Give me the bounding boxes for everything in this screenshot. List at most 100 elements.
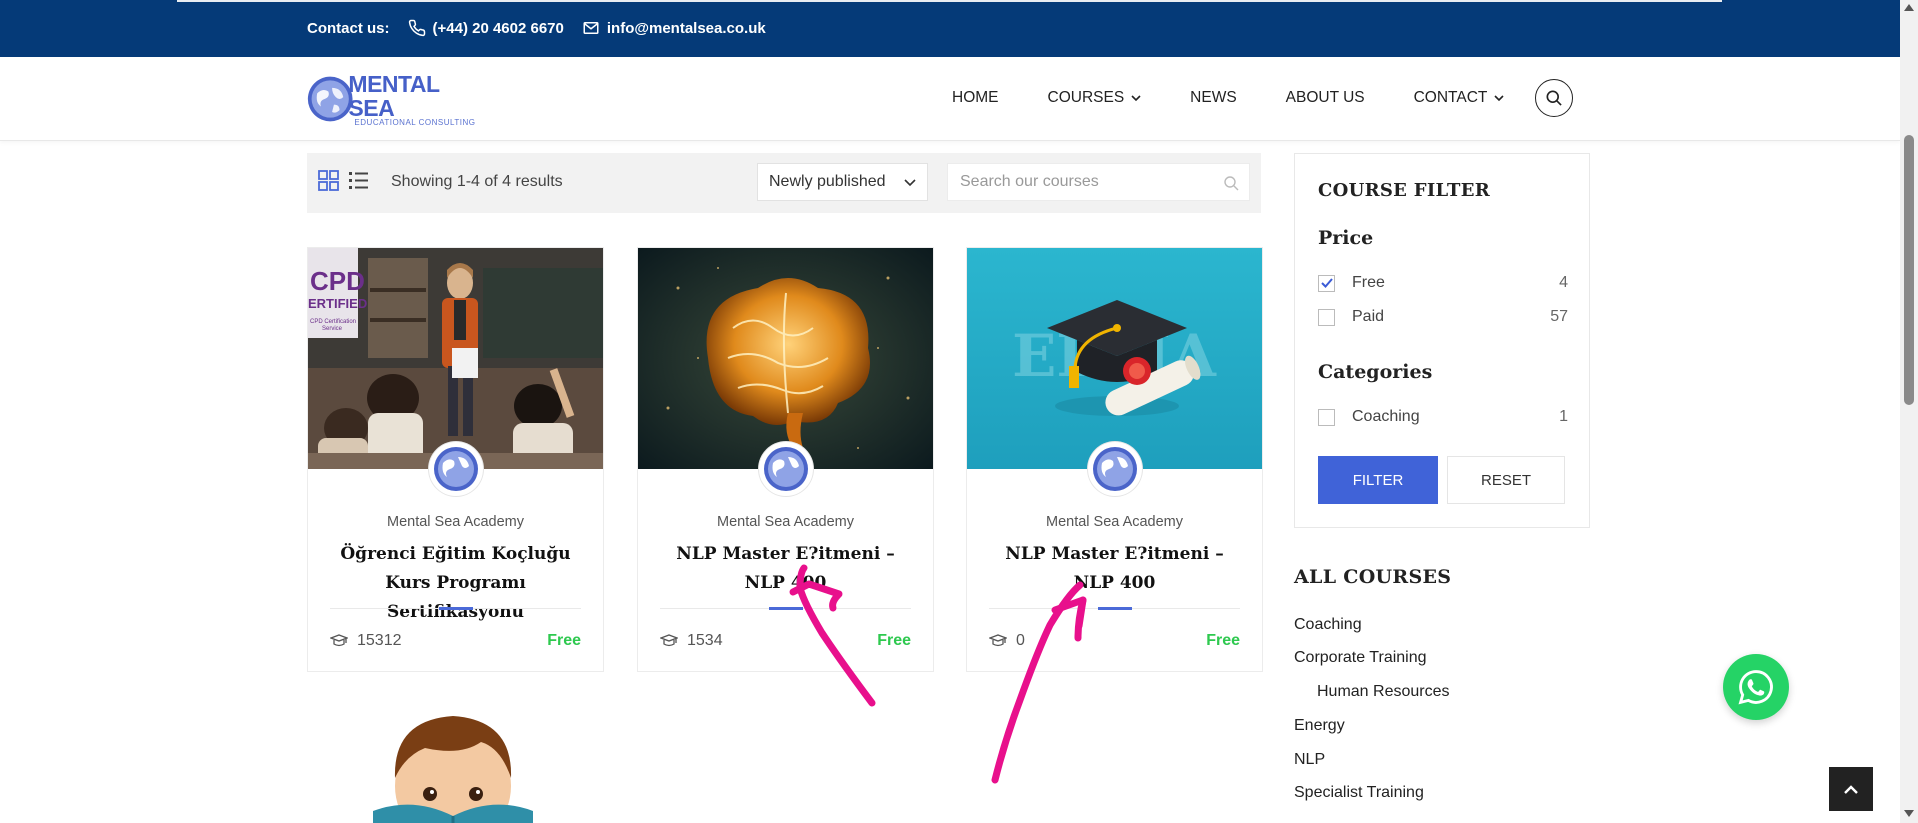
category-link-human-resources[interactable]: Human Resources [1317,683,1450,701]
reading-boy-illustration[interactable] [368,716,538,823]
sort-select[interactable]: Newly published [757,163,928,201]
course-author[interactable]: Mental Sea Academy [967,514,1262,530]
svg-text:CPD: CPD [310,266,365,296]
grid-view-icon[interactable] [318,170,339,191]
all-courses-title: ALL COURSES [1294,566,1452,588]
filter-button[interactable]: FILTER [1318,456,1438,504]
category-link-coaching[interactable]: Coaching [1294,616,1362,634]
logo-tagline: EDUCATIONAL CONSULTING [354,117,476,127]
site-logo[interactable]: MENTAL SEA EDUCATIONAL CONSULTING [306,72,481,127]
instructor-avatar[interactable] [1088,442,1142,496]
option-count: 57 [1550,308,1568,325]
nav-label: NEWS [1190,89,1237,106]
search-icon [1546,90,1562,106]
course-title[interactable]: NLP Master E?itmeni – NLP 400 [983,540,1246,598]
price-heading: Price [1318,227,1374,249]
nav-news[interactable]: NEWS [1190,89,1237,107]
category-link-corporate-training[interactable]: Corporate Training [1294,649,1427,667]
course-search-field [947,163,1250,201]
course-title[interactable]: NLP Master E?itmeni – NLP 400 [654,540,917,598]
scroll-down-arrow[interactable] [1904,810,1914,817]
category-link-energy[interactable]: Energy [1294,717,1345,735]
page-scrollbar[interactable] [1900,0,1918,823]
whatsapp-icon [1738,670,1773,705]
categories-heading: Categories [1318,361,1433,383]
logo-text: MENTAL SEA EDUCATIONAL CONSULTING [348,72,481,127]
category-link-specialist-training[interactable]: Specialist Training [1294,784,1424,802]
checkbox[interactable] [1318,408,1335,426]
email-link[interactable]: info@mentalsea.co.uk [607,20,766,37]
search-icon[interactable] [1223,175,1239,191]
globe-avatar-icon [434,447,478,491]
reset-button[interactable]: RESET [1447,456,1565,504]
option-count: 1 [1559,408,1568,425]
divider-accent [439,607,473,610]
svg-text:ERTIFIED: ERTIFIED [308,296,367,311]
course-price: Free [877,632,911,649]
course-card[interactable]: CPD ERTIFIED CPD Certification Service M… [307,247,604,672]
course-author[interactable]: Mental Sea Academy [638,514,933,530]
phone-icon [408,19,426,37]
results-count: Showing 1-4 of 4 results [391,173,563,190]
instructor-avatar[interactable] [429,442,483,496]
student-count: 1534 [660,632,723,650]
course-thumbnail[interactable] [638,248,933,469]
divider-accent [769,607,803,610]
course-filter-panel: COURSE FILTER Price Free 4 Paid 57 Categ… [1294,153,1590,528]
chevron-down-icon [1494,95,1504,102]
main-nav: HOME COURSES NEWS ABOUT US CONTACT [952,89,1553,107]
checkbox[interactable] [1318,308,1335,326]
course-price: Free [1206,632,1240,649]
course-thumbnail[interactable]: EDMA [967,248,1262,469]
checkmark-icon [1320,278,1333,288]
option-label: Paid [1352,308,1385,325]
instructor-avatar[interactable] [759,442,813,496]
checkbox-checked[interactable] [1318,274,1335,292]
nav-home[interactable]: HOME [952,89,999,107]
top-strip [177,0,1722,2]
filter-category-coaching[interactable]: Coaching 1 [1318,407,1568,427]
glowing-brain-image [638,248,933,469]
globe-logo-icon [307,76,353,122]
course-author[interactable]: Mental Sea Academy [308,514,603,530]
divider-accent [1098,607,1132,610]
list-view-icon[interactable] [348,170,369,191]
header-search-button[interactable] [1535,79,1573,117]
student-count: 15312 [330,632,402,650]
chevron-up-icon [1844,785,1858,794]
category-link-nlp[interactable]: NLP [1294,751,1325,769]
mail-icon [582,19,600,37]
nav-contact[interactable]: CONTACT [1414,89,1505,107]
option-label: Free [1352,274,1385,291]
site-header: MENTAL SEA EDUCATIONAL CONSULTING HOME C… [0,57,1900,141]
contact-info: Contact us: (+44) 20 4602 6670 info@ment… [307,19,784,37]
svg-text:CPD Certification: CPD Certification [310,319,356,325]
contact-label: Contact us: [307,19,390,37]
student-count-value: 1534 [687,632,723,649]
course-card[interactable]: Mental Sea Academy NLP Master E?itmeni –… [637,247,934,672]
phone-link[interactable]: (+44) 20 4602 6670 [433,20,564,37]
course-card[interactable]: EDMA Mental Sea Academy NLP Master E?itm… [966,247,1263,672]
nav-courses[interactable]: COURSES [1048,89,1142,107]
whatsapp-button[interactable] [1723,654,1789,720]
classroom-image: CPD ERTIFIED CPD Certification Service [308,248,603,469]
course-search-input[interactable] [948,164,1249,200]
filter-price-paid[interactable]: Paid 57 [1318,307,1568,327]
student-count-value: 15312 [357,632,402,649]
chevron-down-icon [1131,95,1141,102]
student-count-value: 0 [1016,632,1025,649]
logo-name: MENTAL SEA [348,70,440,121]
course-toolbar: Showing 1-4 of 4 results Newly published [307,153,1261,213]
chevron-down-icon [904,179,916,187]
scrollbar-thumb[interactable] [1904,135,1914,405]
sort-value: Newly published [769,173,886,190]
scroll-up-arrow[interactable] [1904,4,1914,11]
nav-about-us[interactable]: ABOUT US [1286,89,1365,107]
scroll-to-top-button[interactable] [1829,767,1873,811]
nav-label: COURSES [1047,89,1125,106]
graduation-cap-icon [330,634,348,647]
course-thumbnail[interactable]: CPD ERTIFIED CPD Certification Service [308,248,603,469]
course-title[interactable]: Öğrenci Eğitim Koçluğu Kurs Programı Ser… [324,540,587,627]
filter-price-free[interactable]: Free 4 [1318,273,1568,293]
globe-avatar-icon [1093,447,1137,491]
